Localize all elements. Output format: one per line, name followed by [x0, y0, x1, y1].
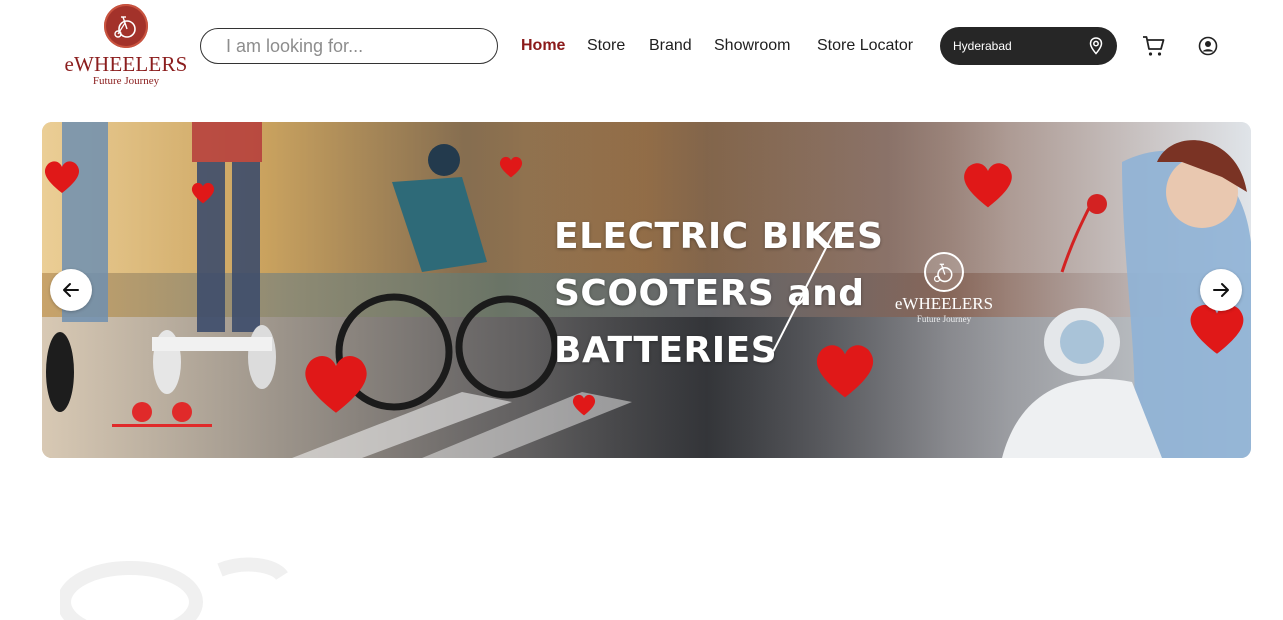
bicycle-logo-icon [924, 252, 964, 292]
brand-tagline: Future Journey [92, 75, 160, 87]
banner-headline-line: SCOOTERS and [554, 273, 865, 314]
banner-logo-name: eWHEELERS [894, 294, 994, 313]
search-input[interactable]: I am looking for... [200, 28, 498, 64]
nav-store-locator[interactable]: Store Locator [817, 36, 913, 56]
carousel-prev-button[interactable] [50, 269, 92, 311]
nav-store[interactable]: Store [587, 36, 625, 56]
heart-icon [499, 156, 523, 178]
banner-brand-logo: eWHEELERS Future Journey [886, 252, 1002, 324]
nav-brand[interactable]: Brand [649, 36, 692, 56]
heart-icon [572, 394, 596, 416]
section-heading-fragment [60, 557, 288, 620]
banner-logo-tagline: Future Journey [916, 314, 972, 324]
arrow-right-icon [1213, 283, 1229, 297]
heart-icon [191, 182, 215, 204]
location-selector[interactable]: Hyderabad [940, 27, 1117, 65]
search-placeholder: I am looking for... [226, 35, 364, 56]
cart-icon[interactable] [1142, 34, 1166, 63]
nav-showroom[interactable]: Showroom [714, 36, 790, 56]
carousel-next-button[interactable] [1200, 269, 1242, 311]
city-label: Hyderabad [953, 39, 1012, 53]
heart-icon [964, 163, 1012, 208]
arrow-left-icon [63, 283, 79, 297]
banner-headline: ELECTRIC BIKES SCOOTERS and BATTERIES [554, 208, 924, 379]
user-icon[interactable] [1198, 36, 1218, 61]
nav-home[interactable]: Home [521, 36, 565, 56]
location-pin-icon [1089, 37, 1103, 58]
brand-logo[interactable]: eWHEELERS Future Journey [64, 4, 188, 92]
brand-name: eWHEELERS [64, 52, 188, 76]
banner-headline-line: BATTERIES [554, 330, 778, 371]
bicycle-logo-icon [104, 4, 148, 48]
banner-headline-line: ELECTRIC BIKES [554, 216, 884, 257]
heart-icon [305, 355, 367, 413]
hero-banner[interactable]: ELECTRIC BIKES SCOOTERS and BATTERIES eW… [42, 122, 1251, 458]
heart-icon [44, 161, 80, 193]
